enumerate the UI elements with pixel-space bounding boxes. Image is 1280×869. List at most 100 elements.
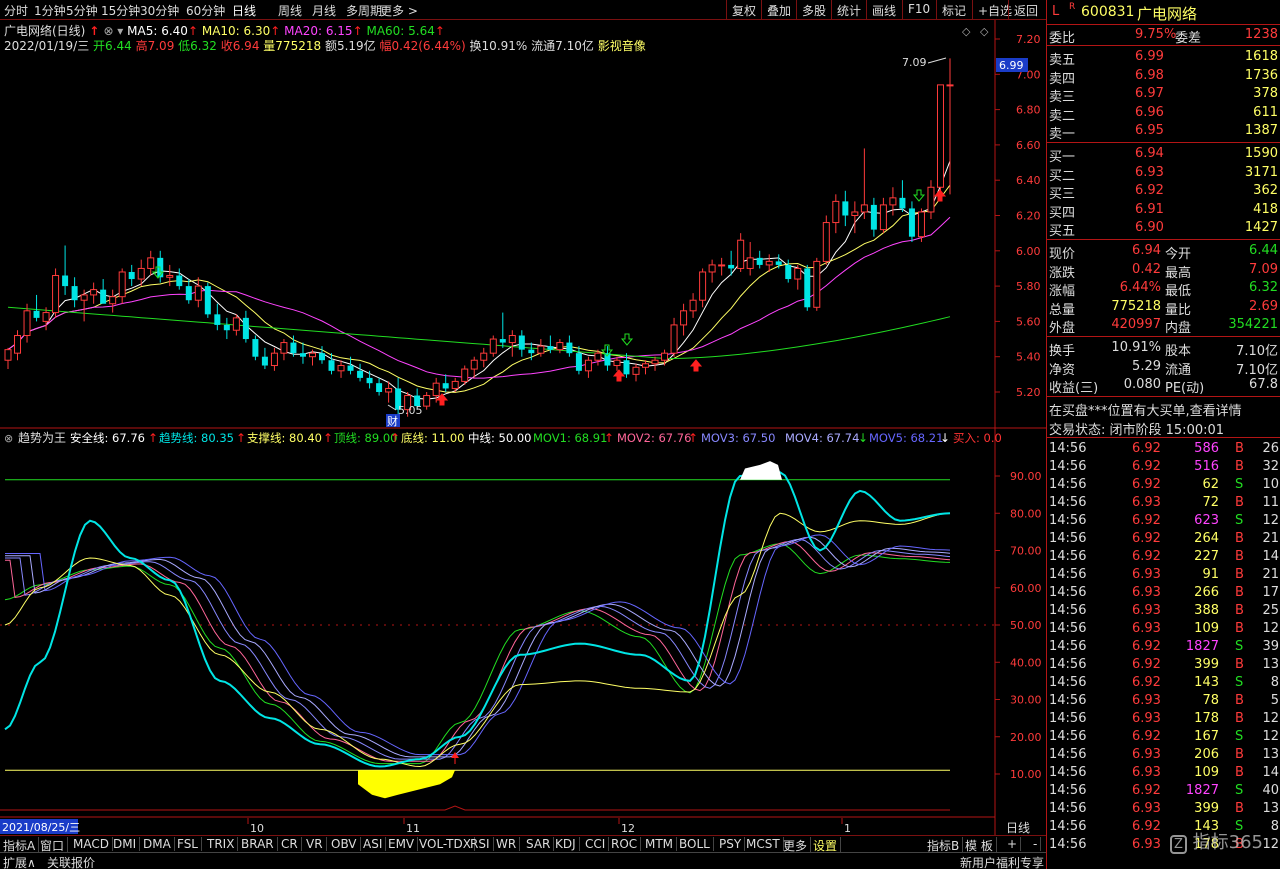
candle[interactable] <box>280 339 288 361</box>
candle[interactable] <box>223 317 230 340</box>
candle[interactable] <box>908 201 915 242</box>
ask-row[interactable]: 卖五 6.99 1618 <box>1047 48 1280 68</box>
candle[interactable] <box>670 317 678 357</box>
candle[interactable] <box>23 303 31 343</box>
toolbar-button-1[interactable]: 叠加 <box>761 0 796 20</box>
indicator-tab-8[interactable]: CR <box>278 837 302 851</box>
related-quote-button[interactable]: 关联报价 <box>47 854 95 869</box>
period-tab-6[interactable]: 日线 <box>232 2 256 19</box>
indicator-tab-10[interactable]: OBV <box>328 837 361 851</box>
candle[interactable] <box>4 347 12 370</box>
toolbar-button-0[interactable]: 复权 <box>726 0 761 20</box>
candle[interactable] <box>689 293 697 318</box>
indicator-tab-16[interactable]: SAR <box>523 837 555 851</box>
indicator-tab-4[interactable]: DMA <box>140 837 175 851</box>
candle[interactable] <box>252 335 259 361</box>
candle[interactable] <box>889 187 897 216</box>
indicator-tab-11[interactable]: ASI <box>360 837 387 851</box>
candle[interactable] <box>508 330 516 357</box>
candle[interactable] <box>71 277 78 308</box>
candle[interactable] <box>737 233 745 272</box>
candle[interactable] <box>584 356 592 378</box>
expand-button[interactable]: 扩展∧ <box>3 854 36 869</box>
candle[interactable] <box>708 259 716 283</box>
candle[interactable] <box>480 347 488 368</box>
candle[interactable] <box>946 58 954 195</box>
candle[interactable] <box>337 360 345 378</box>
bid-row[interactable]: 买四 6.91 418 <box>1047 201 1280 221</box>
ask-row[interactable]: 卖二 6.96 611 <box>1047 104 1280 124</box>
bid-row[interactable]: 买一 6.94 1590 <box>1047 145 1280 165</box>
indicator-tab-14[interactable]: RSI <box>467 837 494 851</box>
candle[interactable] <box>899 180 906 212</box>
candle[interactable] <box>822 215 830 265</box>
candle[interactable] <box>613 356 621 371</box>
candle[interactable] <box>118 268 126 304</box>
indicator-tab-2[interactable]: MACD <box>70 837 113 851</box>
indicator-tab-19[interactable]: ROC <box>608 837 642 851</box>
candle[interactable] <box>804 264 811 311</box>
candle[interactable] <box>204 282 211 318</box>
candle[interactable] <box>556 339 564 354</box>
candle[interactable] <box>860 148 868 220</box>
bid-row[interactable]: 买二 6.93 3171 <box>1047 164 1280 184</box>
l-icon[interactable]: L <box>1052 4 1059 19</box>
toolbar-button-3[interactable]: 统计 <box>831 0 866 20</box>
toolbar-button-6[interactable]: 标记 <box>936 0 971 20</box>
candle[interactable] <box>642 360 650 375</box>
period-tab-4[interactable]: 30分钟 <box>140 2 179 19</box>
candle[interactable] <box>927 180 935 220</box>
candle[interactable] <box>813 257 821 311</box>
bid-row[interactable]: 买五 6.90 1427 <box>1047 219 1280 239</box>
candle[interactable] <box>794 264 802 290</box>
candle[interactable] <box>176 268 183 290</box>
candle[interactable] <box>632 363 640 382</box>
candle[interactable] <box>489 335 497 357</box>
indicator-tab-12[interactable]: EMV <box>385 837 419 851</box>
candle[interactable] <box>242 310 249 343</box>
period-tab-0[interactable]: 分时 <box>4 2 28 19</box>
candle[interactable] <box>566 335 573 357</box>
candle[interactable] <box>699 268 707 308</box>
period-tab-5[interactable]: 60分钟 <box>186 2 225 19</box>
candle[interactable] <box>62 245 69 295</box>
candle[interactable] <box>423 392 431 410</box>
candle[interactable] <box>185 279 192 304</box>
candle[interactable] <box>214 303 221 331</box>
indicator-tab-7[interactable]: BRAR <box>238 837 278 851</box>
indicator-tab-17[interactable]: KDJ <box>552 837 580 851</box>
ask-row[interactable]: 卖一 6.95 1387 <box>1047 122 1280 142</box>
candle[interactable] <box>442 374 449 392</box>
candle[interactable] <box>842 190 849 227</box>
candle[interactable] <box>785 259 792 283</box>
indicator-tab-20[interactable]: MTM <box>642 837 678 851</box>
bid-row[interactable]: 买三 6.92 362 <box>1047 182 1280 202</box>
candle[interactable] <box>52 268 60 318</box>
candle[interactable] <box>270 347 278 371</box>
big-order-notice[interactable]: 在买盘***位置有大买单,查看详情 <box>1047 399 1280 419</box>
toolbar-button-8[interactable]: 返回 <box>1008 0 1043 20</box>
indicator-right-tab-2[interactable]: + <box>1004 837 1022 851</box>
candle[interactable] <box>917 208 925 242</box>
candle[interactable] <box>575 346 582 375</box>
candle[interactable] <box>680 303 688 336</box>
indicator-tab-21[interactable]: BOLL <box>676 837 714 851</box>
promo-link[interactable]: 新用户福利专享 <box>960 854 1044 869</box>
indicator-tab-22[interactable]: PSY <box>716 837 746 851</box>
toolbar-button-2[interactable]: 多股 <box>796 0 831 20</box>
candle[interactable] <box>357 363 364 382</box>
candle[interactable] <box>851 201 859 234</box>
candle[interactable] <box>936 84 944 195</box>
candle[interactable] <box>366 370 373 389</box>
indicator-tab-18[interactable]: CCI <box>582 837 610 851</box>
period-mode-label[interactable]: 日线 <box>1006 821 1030 835</box>
candle[interactable] <box>376 377 383 396</box>
toolbar-button-5[interactable]: F10 <box>902 0 935 20</box>
period-tab-10[interactable]: 更多 > <box>380 2 418 19</box>
candle[interactable] <box>100 279 107 304</box>
candle[interactable] <box>166 264 174 287</box>
indicator-tab-15[interactable]: WR <box>493 837 521 851</box>
candle[interactable] <box>232 314 240 336</box>
candle[interactable] <box>651 356 659 371</box>
ask-row[interactable]: 卖三 6.97 378 <box>1047 85 1280 105</box>
